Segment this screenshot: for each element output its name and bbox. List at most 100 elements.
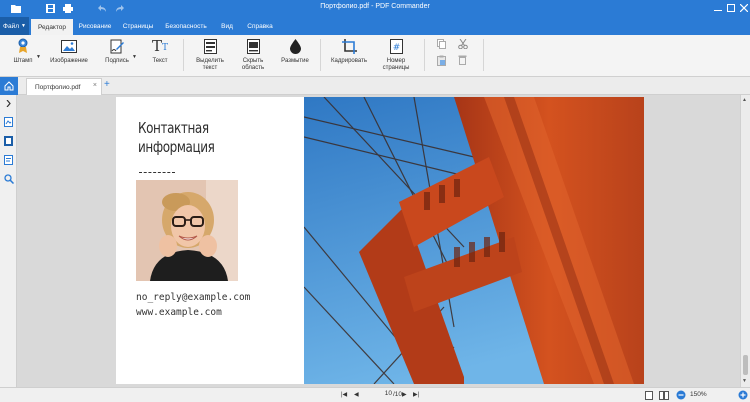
image-icon — [60, 37, 78, 55]
scroll-down-icon[interactable]: ▼ — [742, 378, 747, 384]
zoom-level: 150% — [690, 391, 707, 398]
first-page-icon[interactable]: |◀ — [341, 391, 347, 398]
crop-button[interactable]: Кадрировать — [326, 37, 372, 65]
stamp-icon — [14, 37, 32, 55]
signature-button[interactable]: Подпись — [99, 37, 135, 65]
portrait-photo[interactable] — [136, 180, 238, 281]
copy-icon[interactable] — [437, 39, 446, 51]
highlight-text-label: Выделить текст — [196, 58, 224, 72]
page-number-icon: # — [387, 37, 405, 55]
tab-help[interactable]: Справка — [243, 17, 277, 35]
text-icon-glyph: T — [151, 37, 162, 55]
scroll-up-icon[interactable]: ▲ — [742, 97, 747, 103]
signature-dropdown-icon[interactable]: ▼ — [132, 54, 137, 60]
page-number-label-line1: Номер — [386, 58, 406, 64]
page-number-button[interactable]: # Номер страницы — [377, 37, 415, 72]
document-tabs-bar: Портфолио.pdf × + — [0, 77, 750, 95]
text-label: Текст — [152, 58, 168, 64]
page-number-label-line2: страницы — [382, 65, 410, 71]
highlight-text-icon — [201, 37, 219, 55]
signature-icon — [108, 37, 126, 55]
stamp-dropdown-icon[interactable]: ▼ — [36, 54, 41, 60]
delete-icon[interactable] — [458, 55, 467, 67]
bookmark-icon[interactable] — [3, 135, 14, 146]
menu-bar: Файл ▼ Редактор Рисование Страницы Безоп… — [0, 17, 750, 35]
current-page-input[interactable]: 10 — [370, 390, 392, 400]
page-number-label: Номер страницы — [383, 58, 410, 72]
image-label: Изображение — [50, 58, 88, 64]
ribbon-divider — [183, 39, 184, 71]
close-icon[interactable] — [738, 2, 750, 14]
pages-icon[interactable] — [3, 116, 14, 127]
signature-label: Подпись — [105, 58, 129, 64]
ribbon-divider — [424, 39, 425, 71]
svg-text:#: # — [392, 43, 400, 53]
home-button[interactable] — [0, 77, 18, 95]
scroll-thumb[interactable] — [743, 355, 748, 375]
document-tab[interactable]: Портфолио.pdf × — [26, 78, 102, 95]
tab-editor[interactable]: Редактор — [31, 19, 73, 35]
zoom-out-icon[interactable] — [676, 390, 686, 402]
hide-area-button[interactable]: Скрыть область — [234, 37, 272, 72]
chevron-down-icon: ▼ — [21, 23, 26, 29]
hide-area-icon — [244, 37, 262, 55]
image-button[interactable]: Изображение — [47, 37, 91, 65]
add-tab-icon[interactable]: + — [104, 79, 110, 90]
next-page-icon[interactable]: ▶ — [402, 391, 407, 398]
vertical-scrollbar[interactable]: ▲ ▼ — [740, 95, 750, 387]
home-icon — [4, 81, 14, 91]
text-icon: TT — [151, 37, 169, 55]
paste-icon[interactable] — [437, 55, 446, 68]
tab-security[interactable]: Безопасность — [161, 17, 211, 35]
contact-website[interactable]: www.example.com — [136, 307, 222, 318]
bridge-photo[interactable] — [304, 97, 644, 384]
document-workspace[interactable]: Контактная информация no_reply@example.c… — [18, 95, 740, 387]
window-title: Портфолио.pdf - PDF Commander — [320, 3, 430, 10]
tab-view[interactable]: Вид — [213, 17, 241, 35]
ribbon-divider — [320, 39, 321, 71]
tab-pages[interactable]: Страницы — [117, 17, 159, 35]
close-tab-icon[interactable]: × — [93, 82, 97, 89]
comments-icon[interactable] — [3, 154, 14, 165]
ribbon-toolbar: Штамп ▼ Изображение Подпись ▼ TT Текст В… — [0, 35, 750, 77]
chevron-right-icon[interactable] — [3, 98, 14, 109]
minimize-icon[interactable] — [712, 2, 724, 14]
crop-icon — [340, 37, 358, 55]
left-sidebar — [0, 95, 17, 387]
cut-icon[interactable] — [458, 38, 468, 51]
text-button[interactable]: TT Текст — [145, 37, 175, 65]
page-heading-line2: информация — [138, 138, 215, 156]
contact-email[interactable]: no_reply@example.com — [136, 292, 250, 303]
page-heading-line1: Контактная — [138, 119, 209, 137]
document-tab-label: Портфолио.pdf — [35, 83, 81, 91]
drop-icon — [286, 37, 304, 55]
single-page-view-icon[interactable] — [645, 391, 653, 402]
hide-area-label-line2: область — [241, 65, 265, 71]
pdf-page[interactable]: Контактная информация no_reply@example.c… — [116, 97, 644, 384]
status-bar: |◀ ◀ 10 /10 ▶ ▶| 150% — [0, 387, 750, 402]
hide-area-label: Скрыть область — [242, 58, 264, 72]
stamp-label: Штамп — [13, 58, 33, 64]
two-page-view-icon[interactable] — [659, 391, 669, 402]
heading-underline — [139, 172, 175, 173]
file-menu-button[interactable]: Файл ▼ — [0, 17, 29, 35]
blur-button[interactable]: Размытие — [277, 37, 313, 65]
tab-drawing[interactable]: Рисование — [75, 17, 115, 35]
last-page-icon[interactable]: ▶| — [413, 391, 419, 398]
highlight-text-button[interactable]: Выделить текст — [190, 37, 230, 72]
stamp-button[interactable]: Штамп — [6, 37, 40, 65]
blur-label: Размытие — [281, 58, 309, 64]
highlight-text-label-line1: Выделить — [196, 58, 224, 64]
ribbon-divider — [483, 39, 484, 71]
highlight-text-label-line2: текст — [202, 65, 218, 71]
maximize-icon[interactable] — [725, 2, 737, 14]
zoom-in-icon[interactable] — [738, 390, 748, 402]
total-pages: /10 — [393, 391, 403, 398]
page-heading: Контактная информация — [138, 119, 274, 157]
hide-area-label-line1: Скрыть — [242, 58, 264, 64]
search-icon[interactable] — [3, 173, 14, 184]
file-menu-label: Файл — [3, 22, 20, 30]
crop-label: Кадрировать — [331, 58, 367, 64]
prev-page-icon[interactable]: ◀ — [354, 391, 359, 398]
title-bar: Портфолио.pdf - PDF Commander — [0, 0, 750, 17]
